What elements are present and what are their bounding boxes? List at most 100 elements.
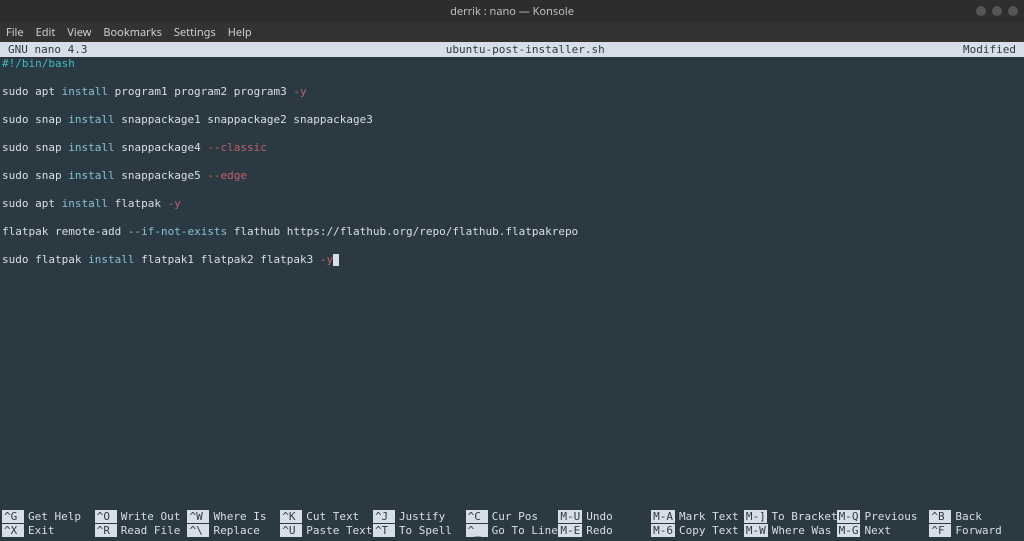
- menu-settings[interactable]: Settings: [174, 25, 216, 40]
- nano-header: GNU nano 4.3 ubuntu-post-installer.sh Mo…: [0, 42, 1024, 57]
- nano-help: ^G Get Help ^O Write Out ^W Where Is ^K Cut Tex…: [0, 507, 1024, 541]
- nano-help-key: M-A: [651, 510, 675, 523]
- nano-help-label: Read File: [121, 524, 181, 537]
- nano-help-item: ^X Exit: [2, 523, 95, 537]
- nano-help-key: ^C: [466, 510, 488, 523]
- editor-line: flatpak remote-add --if-not-exists flath…: [2, 225, 1022, 239]
- nano-help-key: ^O: [95, 510, 117, 523]
- nano-help-key: ^_: [466, 524, 488, 537]
- nano-help-key: M-E: [558, 524, 582, 537]
- nano-help-item: ^\ Replace: [187, 523, 280, 537]
- editor-line: [2, 211, 1022, 225]
- editor-line: sudo flatpak install flatpak1 flatpak2 f…: [2, 253, 1022, 267]
- nano-help-label: Write Out: [121, 510, 181, 523]
- nano-help-item: ^J Justify: [373, 509, 466, 523]
- nano-help-item: ^K Cut Text: [280, 509, 373, 523]
- nano-help-key: ^B: [929, 510, 951, 523]
- window-minimize-button[interactable]: [976, 6, 986, 16]
- nano-help-item: ^UPaste Text: [280, 523, 373, 537]
- nano-help-key: ^\: [187, 524, 209, 537]
- editor-line: sudo apt install program1 program2 progr…: [2, 85, 1022, 99]
- menu-file[interactable]: File: [6, 25, 24, 40]
- window-titlebar: derrik : nano — Konsole: [0, 0, 1024, 22]
- window-maximize-button[interactable]: [992, 6, 1002, 16]
- editor-line: [2, 155, 1022, 169]
- nano-help-item: M-A Mark Text: [651, 509, 744, 523]
- editor-line: sudo snap install snappackage5 --edge: [2, 169, 1022, 183]
- nano-help-item: ^W Where Is: [187, 509, 280, 523]
- app-menubar: File Edit View Bookmarks Settings Help: [0, 22, 1024, 42]
- menu-bookmarks[interactable]: Bookmarks: [103, 25, 161, 40]
- nano-help-key: ^U: [280, 524, 302, 537]
- menu-edit[interactable]: Edit: [36, 25, 56, 40]
- nano-help-label: To Bracket: [771, 510, 836, 523]
- nano-status: Modified: [963, 43, 1016, 56]
- nano-help-key: ^G: [2, 510, 24, 523]
- nano-help-key: ^F: [929, 524, 951, 537]
- nano-help-item: M-6 Copy Text: [651, 523, 744, 537]
- nano-help-label: Mark Text: [679, 510, 739, 523]
- editor-line: [2, 127, 1022, 141]
- nano-help-label: Where Was: [772, 524, 832, 537]
- window-title: derrik : nano — Konsole: [450, 4, 574, 19]
- nano-help-key: ^W: [187, 510, 209, 523]
- nano-help-key: ^T: [373, 524, 395, 537]
- nano-help-label: Previous: [864, 510, 917, 523]
- nano-help-label: Back: [955, 510, 982, 523]
- editor-line: [2, 99, 1022, 113]
- nano-help-item: M-]To Bracket: [744, 509, 837, 523]
- nano-help-key: M-]: [744, 510, 768, 523]
- nano-help-label: Justify: [399, 510, 445, 523]
- nano-help-item: M-GNext: [837, 523, 930, 537]
- nano-version: GNU nano 4.3: [8, 43, 87, 56]
- nano-help-item: ^T To Spell: [373, 523, 466, 537]
- nano-help-label: Undo: [586, 510, 613, 523]
- nano-help-item: ^F Forward: [929, 523, 1022, 537]
- nano-help-item: M-E Redo: [558, 523, 651, 537]
- nano-help-key: M-6: [651, 524, 675, 537]
- nano-help-item: M-U Undo: [558, 509, 651, 523]
- nano-help-key: ^X: [2, 524, 24, 537]
- nano-help-row: ^G Get Help ^O Write Out ^W Where Is ^K Cut Tex…: [2, 509, 1022, 523]
- nano-help-label: Forward: [955, 524, 1001, 537]
- nano-help-key: M-Q: [837, 510, 861, 523]
- window-close-button[interactable]: [1008, 6, 1018, 16]
- editor-line: #!/bin/bash: [2, 57, 1022, 71]
- menu-view[interactable]: View: [67, 25, 91, 40]
- nano-help-label: Where Is: [213, 510, 266, 523]
- nano-help-label: Redo: [586, 524, 613, 537]
- nano-help-item: ^O Write Out: [95, 509, 188, 523]
- nano-help-key: M-U: [558, 510, 582, 523]
- editor-line: [2, 239, 1022, 253]
- nano-help-label: To Spell: [399, 524, 452, 537]
- nano-help-item: ^_ Go To Line: [466, 523, 559, 537]
- nano-help-row: ^X Exit ^R Read File ^\ Replace ^UPaste Text^T…: [2, 523, 1022, 537]
- nano-help-label: Cur Pos: [492, 510, 538, 523]
- nano-help-item: M-W Where Was: [744, 523, 837, 537]
- nano-help-key: ^J: [373, 510, 395, 523]
- nano-help-label: Go To Line: [492, 524, 558, 537]
- nano-help-key: ^R: [95, 524, 117, 537]
- editor-line: sudo snap install snappackage4 --classic: [2, 141, 1022, 155]
- editor-line: sudo snap install snappackage1 snappacka…: [2, 113, 1022, 127]
- editor-area[interactable]: #!/bin/bash sudo apt install program1 pr…: [0, 57, 1024, 507]
- nano-help-item: ^R Read File: [95, 523, 188, 537]
- window-controls: [976, 6, 1018, 16]
- nano-help-label: Next: [864, 524, 891, 537]
- editor-line: [2, 183, 1022, 197]
- nano-help-label: Copy Text: [679, 524, 739, 537]
- nano-help-label: Exit: [28, 524, 55, 537]
- nano-filename: ubuntu-post-installer.sh: [87, 43, 963, 56]
- nano-help-label: Cut Text: [306, 510, 359, 523]
- nano-help-item: M-QPrevious: [837, 509, 930, 523]
- nano-help-key: ^K: [280, 510, 302, 523]
- text-cursor: [333, 254, 339, 266]
- nano-help-key: M-W: [744, 524, 768, 537]
- nano-help-key: M-G: [837, 524, 861, 537]
- nano-help-item: ^C Cur Pos: [466, 509, 559, 523]
- nano-help-label: Replace: [213, 524, 259, 537]
- editor-line: sudo apt install flatpak -y: [2, 197, 1022, 211]
- nano-help-item: ^G Get Help: [2, 509, 95, 523]
- nano-help-label: Get Help: [28, 510, 81, 523]
- menu-help[interactable]: Help: [228, 25, 252, 40]
